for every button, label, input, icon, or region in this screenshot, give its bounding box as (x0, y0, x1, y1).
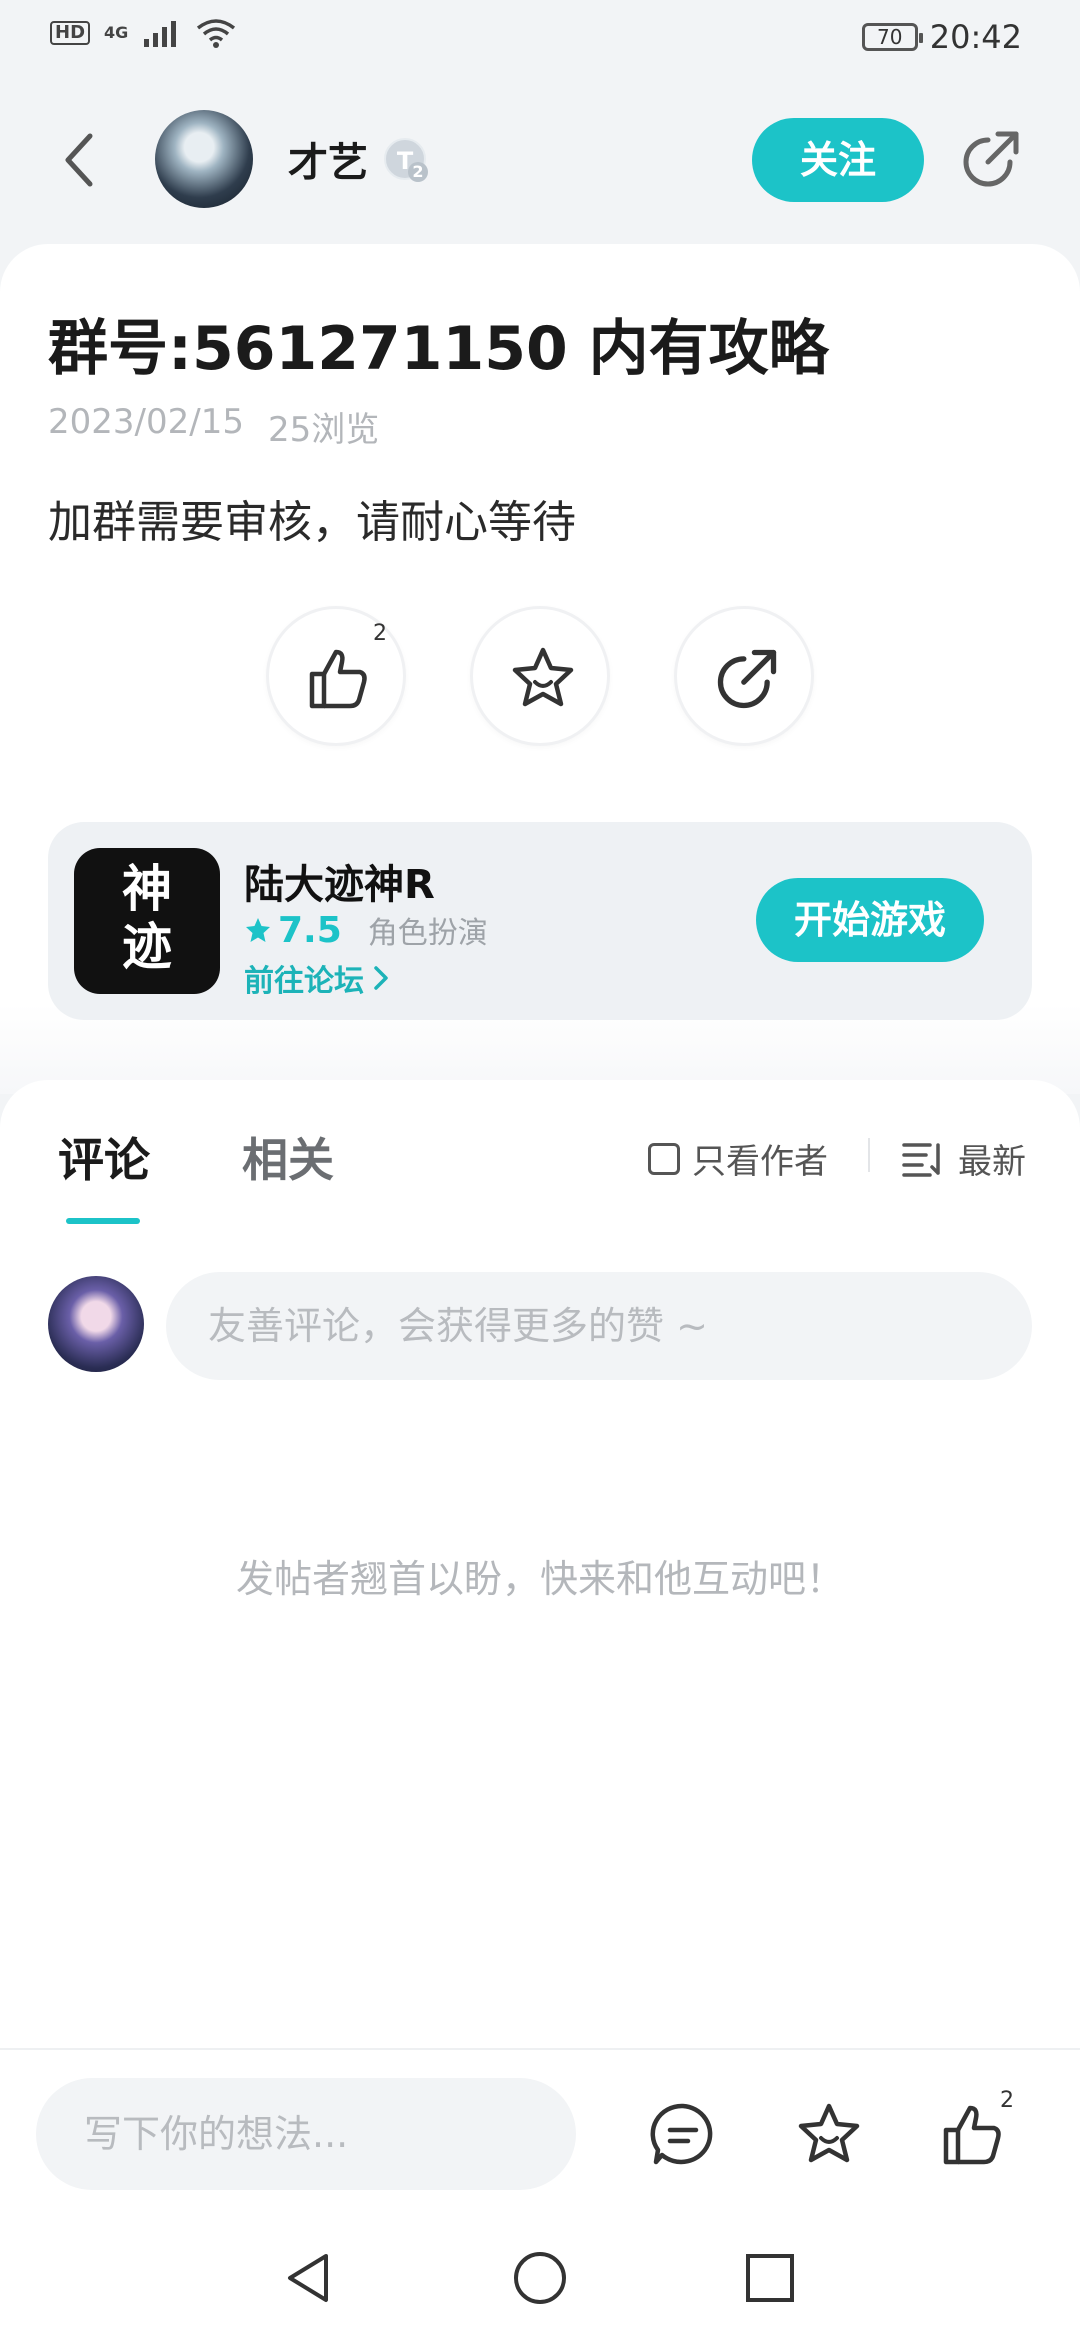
author-name[interactable]: 才艺 (288, 130, 368, 188)
hd-indicator: HD (50, 21, 91, 45)
comment-input[interactable]: 友善评论，会获得更多的赞 ~ (166, 1272, 1032, 1380)
follow-button[interactable]: 关注 (752, 118, 924, 202)
rating-value: 7.5 (278, 909, 342, 951)
post-body: 加群需要审核，请耐心等待 (48, 497, 576, 548)
signal-icon (144, 21, 177, 47)
nav-home-icon[interactable] (512, 2250, 568, 2306)
share-icon[interactable] (958, 126, 1024, 192)
empty-comments-tip: 发帖者翘首以盼，快来和他互动吧！ (235, 1557, 844, 1601)
clock: 20:42 (929, 18, 1022, 56)
forum-link[interactable]: 前往论坛 (244, 956, 392, 1000)
author-only-checkbox[interactable] (648, 1142, 680, 1175)
divider (868, 1138, 870, 1172)
post-card: 群号:561271150 内有攻略 2023/02/15 25浏览 加群需要审核… (0, 244, 1080, 1094)
post-views: 25浏览 (267, 410, 380, 450)
wifi-icon (197, 19, 236, 48)
post-header: 才艺 T 2 关注 (0, 100, 1080, 220)
status-right: 70 20:42 (861, 18, 1022, 56)
thumbs-up-icon (309, 649, 367, 709)
game-name: 陆大迹神R (244, 862, 435, 908)
forum-link-label: 前往论坛 (244, 964, 364, 999)
my-avatar (48, 1276, 144, 1372)
like-button[interactable]: 2 (266, 606, 406, 746)
author-only-label: 只看作者 (692, 1142, 828, 1182)
comments-panel: 评论 相关 只看作者 最新 友善评论，会获得更多的赞 ~ 发帖者翘首以盼，快来和… (0, 1080, 1080, 2050)
post-date: 2023/02/15 (48, 402, 244, 442)
favorite-button[interactable] (470, 606, 610, 746)
network-indicator: 4G (104, 23, 129, 42)
status-bar: HD 4G 70 20:42 (0, 0, 1080, 76)
back-icon[interactable] (56, 128, 106, 192)
post-meta: 2023/02/15 25浏览 (48, 402, 379, 451)
star-icon (512, 647, 574, 707)
game-icon[interactable]: 神 迹 (74, 848, 220, 994)
share-button[interactable] (674, 606, 814, 746)
game-genre: 角色扮演 (367, 916, 488, 951)
tab-related[interactable]: 相关 (242, 1124, 334, 1190)
tab-comments[interactable]: 评论 (58, 1124, 150, 1190)
system-nav-bar (0, 2208, 1080, 2340)
game-icon-text-2: 迹 (122, 918, 172, 976)
nav-recents-icon[interactable] (742, 2250, 798, 2306)
bottom-bar: 写下你的想法... 2 (0, 2048, 1080, 2208)
share-icon (717, 649, 777, 709)
bottom-like-count: 2 (1000, 2088, 1014, 2113)
status-left: HD 4G (50, 18, 236, 48)
write-input[interactable]: 写下你的想法... (36, 2078, 576, 2190)
author-avatar[interactable] (155, 110, 253, 208)
level-number: 2 (408, 162, 428, 182)
sort-label: 最新 (958, 1142, 1026, 1182)
game-icon-text-1: 神 (122, 860, 172, 918)
comment-icon[interactable] (648, 2100, 718, 2170)
nav-back-icon[interactable] (282, 2250, 338, 2306)
thumbs-up-icon[interactable] (938, 2100, 1008, 2170)
game-card[interactable]: 神 迹 陆大迹神R 7.5 角色扮演 前往论坛 开始游戏 (48, 822, 1032, 1020)
chevron-right-icon (374, 966, 388, 990)
battery-icon: 70 (861, 23, 923, 51)
author-only-toggle[interactable]: 只看作者 (648, 1134, 828, 1183)
start-game-button[interactable]: 开始游戏 (756, 878, 984, 962)
level-badge: T 2 (384, 138, 428, 182)
post-title: 群号:561271150 内有攻略 (48, 314, 829, 384)
tab-indicator (66, 1218, 140, 1224)
sort-toggle[interactable]: 最新 (902, 1134, 1026, 1183)
rating-star-icon (246, 918, 270, 942)
game-rating: 7.5 角色扮演 (244, 908, 488, 952)
sort-icon (902, 1142, 940, 1177)
like-count: 2 (373, 621, 387, 646)
favorite-icon[interactable] (794, 2100, 864, 2170)
